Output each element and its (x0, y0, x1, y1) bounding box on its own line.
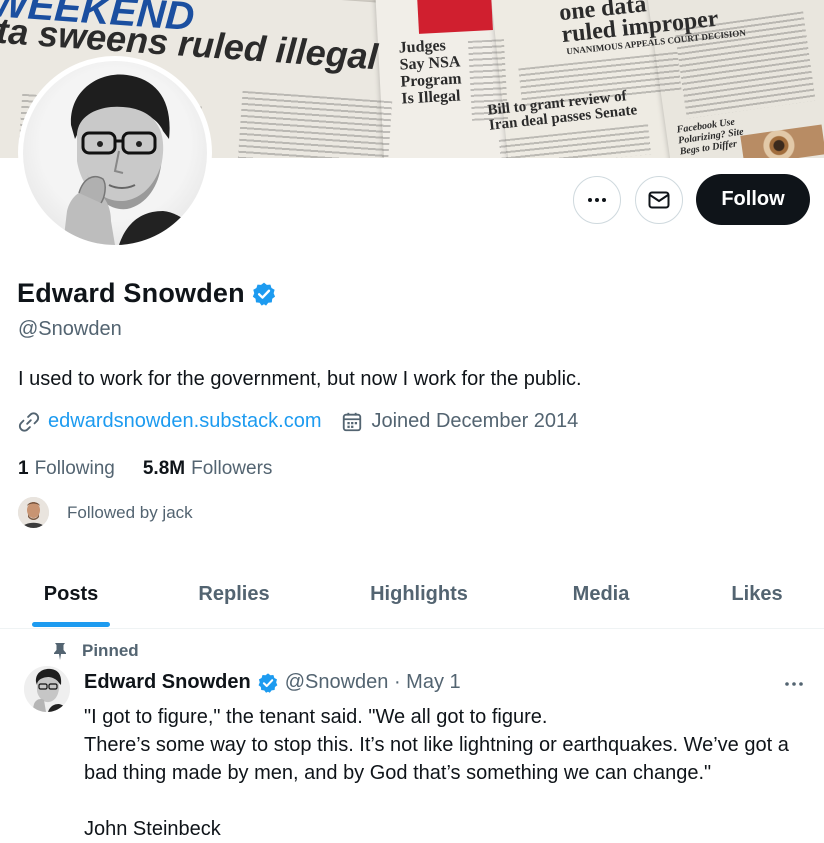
message-button[interactable] (635, 176, 683, 224)
follow-button[interactable]: Follow (696, 174, 810, 225)
calendar-icon (343, 412, 362, 431)
profile-bio: I used to work for the government, but n… (18, 368, 582, 390)
verified-badge-icon[interactable] (251, 281, 277, 307)
pin-icon (54, 643, 66, 660)
profile-avatar[interactable] (18, 56, 212, 250)
profile-handle: @Snowden (18, 318, 122, 340)
followers-count: 5.8M (142, 458, 186, 479)
tab-likes[interactable]: Likes (690, 560, 824, 628)
profile-joined-date: Joined December 2014 (371, 410, 579, 432)
following-link[interactable]: 1 Following (18, 458, 115, 480)
profile-name-row: Edward Snowden (17, 278, 277, 309)
post-author-avatar[interactable] (24, 666, 70, 712)
followed-by-link[interactable]: Followed by jack (18, 497, 193, 528)
profile-stats: 1 Following 5.8M Followers (18, 458, 272, 480)
envelope-icon (648, 191, 670, 209)
ellipsis-icon (785, 682, 803, 686)
ellipsis-icon (588, 198, 606, 202)
pinned-indicator: Pinned (52, 641, 139, 661)
pinned-label: Pinned (82, 641, 139, 660)
banner-red-masthead (417, 0, 493, 34)
post-author-name[interactable]: Edward Snowden (84, 671, 251, 694)
following-count: 1 (18, 458, 29, 479)
post-more-button[interactable] (782, 672, 806, 701)
followed-by-text: Followed by jack (67, 502, 193, 522)
follower-avatar (18, 497, 49, 528)
post-handle-date[interactable]: @Snowden · May 1 (285, 671, 461, 694)
profile-display-name: Edward Snowden (17, 278, 245, 308)
profile-website-link[interactable]: edwardsnowden.substack.com (48, 410, 321, 433)
followers-link[interactable]: 5.8M Followers (143, 458, 273, 480)
tab-replies[interactable]: Replies (142, 560, 326, 628)
following-label: Following (34, 458, 115, 479)
profile-meta-row: edwardsnowden.substack.com Joined Decemb… (18, 410, 578, 433)
post-header: Edward Snowden @Snowden · May 1 (84, 671, 461, 694)
followers-label: Followers (191, 458, 273, 479)
post-text: "I got to figure," the tenant said. "We … (84, 706, 789, 840)
tab-highlights[interactable]: Highlights (326, 560, 512, 628)
active-tab-indicator (32, 622, 110, 627)
more-options-button[interactable] (573, 176, 621, 224)
profile-tabs: Posts Replies Highlights Media Likes (0, 560, 824, 629)
banner-headline-judges: Judges Say NSA Program Is Illegal (398, 37, 462, 108)
link-icon (18, 411, 40, 432)
tab-media[interactable]: Media (512, 560, 690, 628)
verified-badge-icon[interactable] (257, 672, 279, 694)
tab-posts[interactable]: Posts (0, 560, 142, 628)
